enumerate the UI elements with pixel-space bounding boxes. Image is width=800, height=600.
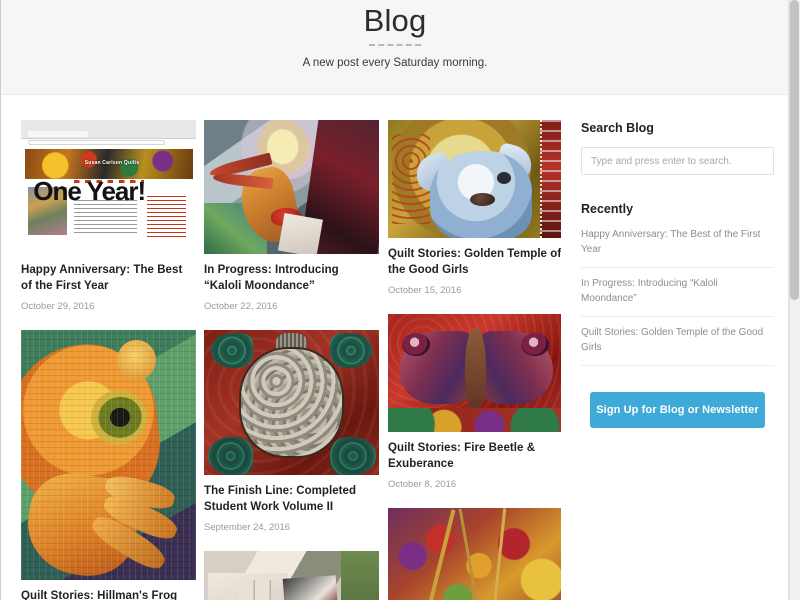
list-item[interactable]: In Progress: Introducing “Kaloli Moondan…: [581, 268, 774, 317]
post-card[interactable]: In Progress: Introducing “Kaloli Moondan…: [204, 120, 379, 313]
post-thumbnail-workshop-photo[interactable]: [204, 551, 379, 600]
list-item[interactable]: Quilt Stories: Golden Temple of the Good…: [581, 317, 774, 366]
page-header: Blog A new post every Saturday morning.: [0, 0, 789, 95]
vertical-scrollbar-thumb[interactable]: [790, 0, 799, 300]
post-column-1: Susan Carlson Quilts One Year! Happy Ann…: [21, 120, 196, 600]
post-date: October 15, 2016: [388, 285, 462, 296]
recently-list: Happy Anniversary: The Best of the First…: [581, 228, 774, 366]
post-date: October 8, 2016: [388, 479, 457, 490]
post-card[interactable]: [388, 508, 561, 600]
post-title[interactable]: The Finish Line: Completed Student Work …: [204, 484, 379, 515]
post-thumbnail-autumn-floral[interactable]: [388, 508, 561, 600]
title-divider: [369, 44, 421, 46]
post-column-2: In Progress: Introducing “Kaloli Moondan…: [204, 120, 379, 600]
post-thumbnail-blue-dog[interactable]: [388, 120, 561, 238]
post-title[interactable]: In Progress: Introducing “Kaloli Moondan…: [204, 263, 379, 294]
post-card[interactable]: Susan Carlson Quilts One Year! Happy Ann…: [21, 120, 196, 313]
post-grid: Susan Carlson Quilts One Year! Happy Ann…: [21, 120, 561, 600]
recently-widget-title: Recently: [581, 202, 634, 216]
list-item[interactable]: Happy Anniversary: The Best of the First…: [581, 228, 774, 268]
post-card[interactable]: The Finish Line: Completed Student Work …: [204, 330, 379, 534]
post-title[interactable]: Quilt Stories: Hillman's Frog: [21, 589, 196, 600]
post-thumbnail-heron-moon[interactable]: [204, 120, 379, 254]
post-title[interactable]: Happy Anniversary: The Best of the First…: [21, 263, 196, 294]
post-thumbnail-button-turtle[interactable]: [204, 330, 379, 475]
search-widget: Search Blog: [581, 120, 774, 175]
post-card[interactable]: [204, 551, 379, 600]
search-input[interactable]: [581, 147, 774, 175]
post-thumbnail-fire-beetle[interactable]: [388, 314, 561, 432]
sidebar: Search Blog Recently Happy Anniversary: …: [581, 120, 774, 428]
post-thumbnail-orange-frog[interactable]: [21, 330, 196, 580]
post-title[interactable]: Quilt Stories: Fire Beetle & Exuberance: [388, 441, 561, 472]
post-card[interactable]: Quilt Stories: Golden Temple of the Good…: [388, 120, 561, 297]
page-root: Blog A new post every Saturday morning. …: [0, 0, 800, 600]
recently-widget: Recently Happy Anniversary: The Best of …: [581, 201, 774, 366]
post-thumbnail-browser-screenshot[interactable]: Susan Carlson Quilts One Year!: [21, 120, 196, 254]
search-widget-title: Search Blog: [581, 121, 654, 135]
post-title[interactable]: Quilt Stories: Golden Temple of the Good…: [388, 247, 561, 278]
post-card[interactable]: Quilt Stories: Fire Beetle & Exuberance …: [388, 314, 561, 491]
post-column-3: Quilt Stories: Golden Temple of the Good…: [388, 120, 561, 600]
post-date: October 29, 2016: [21, 301, 95, 312]
page-subtitle: A new post every Saturday morning.: [302, 57, 488, 69]
vertical-scrollbar-track[interactable]: [789, 0, 800, 600]
post-date: September 24, 2016: [204, 522, 291, 533]
page-title: Blog: [363, 3, 427, 38]
post-date: October 22, 2016: [204, 301, 278, 312]
page-body: Susan Carlson Quilts One Year! Happy Ann…: [1, 96, 788, 600]
signup-button[interactable]: Sign Up for Blog or Newsletter: [590, 392, 765, 428]
post-card[interactable]: Quilt Stories: Hillman's Frog: [21, 330, 196, 600]
